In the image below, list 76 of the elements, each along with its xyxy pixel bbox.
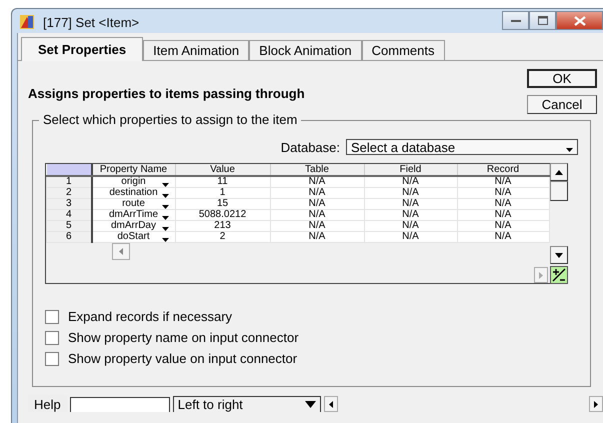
checkbox-label: Show property value on input connector [68,351,298,366]
table-cell: N/A [402,209,419,220]
table-cell: 213 [214,220,231,231]
row-number: 6 [46,232,92,242]
table-cell: 15 [216,198,228,209]
table-cell: N/A [402,187,419,198]
caret-icon [304,401,316,408]
table-cell: 1 [220,187,226,198]
column-header: Record [457,164,549,176]
scroll-left-button[interactable] [324,396,338,412]
database-label: Database: [280,140,340,154]
direction-dropdown[interactable]: Left to right [172,396,321,412]
table-cell: N/A [494,187,512,198]
left-arrow-icon [328,400,333,408]
close-icon [574,16,586,26]
column-header: Table [270,164,364,176]
table-cell: N/A [494,198,512,209]
tab[interactable]: Item Animation [143,40,250,60]
close-button[interactable] [556,11,603,30]
column-header: Property Name [92,164,175,176]
row-number: 4 [46,210,92,220]
description: Assigns properties to items passing through [28,86,305,101]
minimize-button[interactable] [502,11,529,30]
table-cell: 2 [220,231,226,242]
table-cell: 5088.0212 [198,209,246,220]
ok-button[interactable]: OK [527,69,597,88]
down-arrow-icon [554,252,562,258]
table-cell: N/A [308,231,326,242]
cancel-button[interactable]: Cancel [527,95,597,114]
caret-icon [566,147,573,152]
window-title: [177] Set <Item> [43,14,140,30]
row-number: 1 [46,176,92,188]
checkbox[interactable] [45,330,59,344]
table-cell: N/A [308,220,326,231]
vertical-scrollbar[interactable] [550,163,568,264]
up-arrow-icon [554,170,562,174]
row-number: 2 [46,188,92,198]
table-cell: N/A [494,220,512,231]
table-cell: N/A [308,209,326,220]
group-title: Select which properties to assign to the item [39,112,302,127]
table-cell: N/A [402,198,419,209]
left-arrow-icon [119,248,123,255]
tab[interactable]: Comments [362,40,445,60]
checkbox-label: Show property name on input connector [68,330,299,345]
scroll-up-button[interactable] [550,163,568,181]
column-header: Field [364,164,457,176]
maximize-button[interactable] [529,11,556,30]
table-cell: N/A [494,176,512,187]
app-icon [19,14,35,30]
table-cell: 11 [217,176,228,187]
table-cell: N/A [308,198,326,209]
scroll-thumb[interactable] [550,181,568,201]
row-number: 5 [46,220,92,232]
tab[interactable]: Block Animation [249,40,362,60]
scroll-right-button[interactable] [589,396,603,412]
row-number: 3 [46,198,92,210]
help-field[interactable] [70,397,170,412]
checkbox[interactable] [45,352,59,366]
database-dropdown[interactable]: Select a database [346,139,578,155]
table-cell: N/A [402,220,419,231]
minimize-icon [510,18,520,22]
table-cell: N/A [402,176,419,187]
right-arrow-icon [538,272,542,278]
table-cell: N/A [494,209,512,220]
table-cell: N/A [308,187,326,198]
scroll-down-button[interactable] [550,246,568,264]
checkbox[interactable] [45,310,59,324]
column-header: Value [175,164,270,176]
tab[interactable]: Set Properties [21,37,144,61]
table-cell: N/A [402,231,419,242]
checkbox-label: Expand records if necessary [68,309,232,324]
maximize-icon [538,16,548,25]
table-cell: N/A [308,176,326,187]
add-remove-icon[interactable] [550,266,568,284]
table-cell: N/A [494,231,512,242]
right-arrow-icon [594,400,598,408]
